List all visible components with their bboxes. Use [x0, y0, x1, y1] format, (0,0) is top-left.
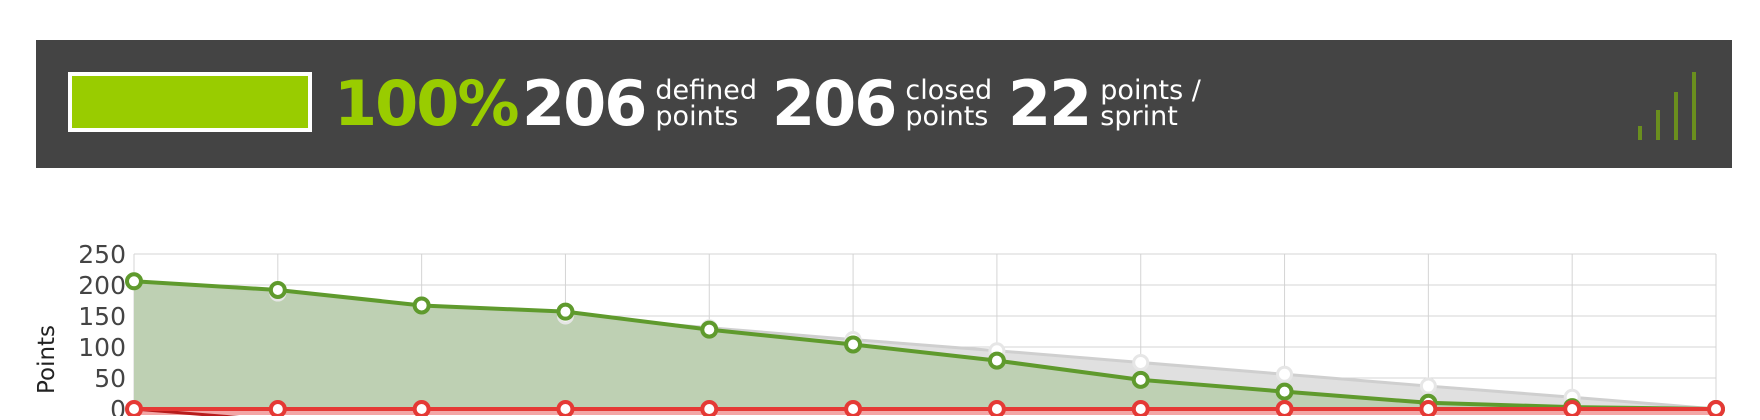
remaining-point — [844, 335, 863, 354]
y-tick-label: 150 — [78, 302, 126, 331]
burndown-chart-svg: 250200150100500 Points — [34, 240, 1725, 420]
defined-points-label-line2: points — [655, 101, 739, 132]
scope-point — [1419, 400, 1438, 418]
progress-bar-fill — [72, 76, 308, 128]
scope-point — [412, 400, 431, 418]
progress-bar — [68, 72, 312, 132]
scope-point — [556, 400, 575, 418]
remaining-point — [556, 302, 575, 321]
y-tick-label: 100 — [78, 333, 126, 362]
velocity-label-line2: sprint — [1100, 101, 1178, 132]
velocity-label: points / sprint — [1100, 77, 1201, 132]
scope-point — [1563, 400, 1582, 418]
remaining-point — [268, 280, 287, 299]
defined-points-label: defined points — [655, 77, 757, 132]
signal-bars-icon — [1636, 70, 1700, 140]
ideal-point — [1132, 354, 1150, 371]
scope-point — [1275, 400, 1294, 418]
signal-bar — [1674, 92, 1678, 140]
defined-points-value: 206 — [522, 67, 647, 140]
y-axis-label: Points — [34, 325, 60, 394]
remaining-point — [1275, 382, 1294, 401]
remaining-point — [987, 351, 1006, 370]
percent-complete-value: 100% — [334, 67, 520, 140]
y-tick-label: 250 — [78, 240, 126, 269]
remaining-point — [700, 320, 719, 339]
scope-point — [1707, 400, 1725, 418]
y-tick-label: 200 — [78, 271, 126, 300]
remaining-point — [125, 272, 143, 291]
signal-bar — [1638, 126, 1642, 140]
scope-point — [268, 400, 287, 418]
signal-bar — [1656, 110, 1660, 140]
velocity-value: 22 — [1008, 67, 1092, 140]
defined-points-stat: 206 defined points — [522, 64, 757, 144]
scope-point — [125, 400, 143, 418]
stats-bar: 100% 206 defined points 206 closed point… — [36, 40, 1732, 168]
closed-points-label: closed points — [905, 77, 992, 132]
closed-points-label-line2: points — [905, 101, 989, 132]
scope-point — [844, 400, 863, 418]
scope-point — [700, 400, 719, 418]
remaining-point — [1131, 370, 1150, 389]
ideal-point — [1419, 377, 1437, 395]
closed-points-value: 206 — [772, 67, 897, 140]
ideal-point — [1276, 365, 1294, 383]
burndown-chart: 250 200 150 100 50 0 Points — [0, 230, 1760, 420]
remaining-point — [412, 296, 431, 315]
y-tick-label: 0 — [110, 395, 126, 416]
closed-points-stat: 206 closed points — [772, 64, 992, 144]
signal-bar — [1692, 72, 1696, 140]
scope-point — [987, 400, 1006, 418]
y-tick-label: 50 — [94, 364, 126, 393]
velocity-stat: 22 points / sprint — [1008, 64, 1201, 144]
percent-complete: 100% — [334, 64, 520, 144]
scope-point — [1131, 400, 1150, 418]
